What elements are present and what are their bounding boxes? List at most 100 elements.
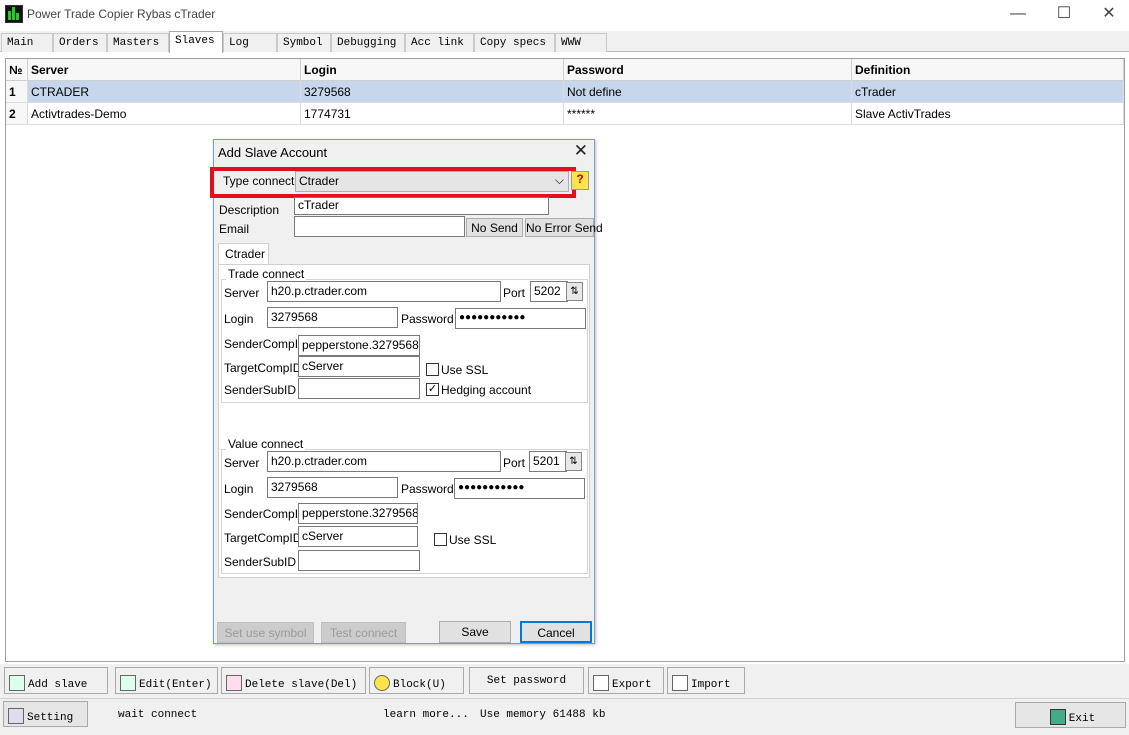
value-sendersubid-label: SenderSubID	[224, 555, 297, 569]
column-header-definition[interactable]: Definition	[852, 59, 1124, 81]
trade-targetcompid-label: TargetCompID	[224, 361, 302, 375]
trade-sendersubid-input[interactable]	[298, 378, 420, 399]
value-server-label: Server	[224, 456, 260, 470]
set-use-symbol-button[interactable]: Set use symbol	[217, 622, 314, 643]
type-connect-value: Ctrader	[299, 174, 340, 188]
add-slave-label: Add slave	[28, 679, 88, 691]
connection-status: wait connect	[118, 709, 198, 721]
cell-definition[interactable]: cTrader	[852, 81, 1124, 103]
trade-use-ssl-checkbox[interactable]	[426, 363, 439, 376]
value-login-input[interactable]: 3279568	[267, 477, 398, 498]
column-header-number[interactable]: №	[6, 59, 28, 81]
tab-www[interactable]: WWW	[555, 33, 607, 52]
tab-orders[interactable]: Orders	[53, 33, 107, 52]
value-use-ssl-checkbox[interactable]	[434, 533, 447, 546]
value-connect-title: Value connect	[226, 437, 306, 451]
value-sendersubid-input[interactable]	[298, 550, 420, 571]
cell-login[interactable]: 1774731	[301, 103, 564, 125]
minimize-button[interactable]: —	[995, 0, 1041, 30]
type-connect-select[interactable]: Ctrader ⌵	[295, 171, 569, 192]
trade-targetcompid-input[interactable]: cServer	[298, 356, 420, 377]
trade-sendercompid-label: SenderCompID	[224, 337, 307, 351]
app-logo-icon	[5, 5, 23, 23]
edit-label: Edit(Enter)	[139, 679, 212, 691]
edit-button[interactable]: Edit(Enter)	[115, 667, 218, 694]
close-window-button[interactable]: ✕	[1086, 0, 1129, 30]
tab-main[interactable]: Main	[1, 33, 53, 52]
value-use-ssl-label: Use SSL	[449, 533, 497, 547]
add-slave-icon	[9, 675, 25, 691]
block-icon	[374, 675, 390, 691]
maximize-button[interactable]: ☐	[1041, 0, 1087, 30]
value-password-input[interactable]: ●●●●●●●●●●●	[454, 478, 585, 499]
tab-debugging[interactable]: Debugging	[331, 33, 405, 52]
dialog-close-icon[interactable]: ✕	[574, 141, 588, 161]
bottom-toolbar: Add slave Edit(Enter) Delete slave(Del) …	[0, 664, 1129, 698]
import-button[interactable]: Import	[667, 667, 745, 694]
value-port-input[interactable]: 5201	[529, 451, 567, 472]
column-header-server[interactable]: Server	[28, 59, 301, 81]
value-port-spinner-icon[interactable]: ⇅	[565, 452, 582, 471]
test-connect-button[interactable]: Test connect	[321, 622, 406, 643]
exit-label: Exit	[1068, 713, 1096, 725]
value-server-input[interactable]: h20.p.ctrader.com	[267, 451, 501, 472]
import-label: Import	[691, 679, 731, 691]
help-icon[interactable]: ?	[571, 171, 589, 190]
export-button[interactable]: Export	[588, 667, 664, 694]
tab-log[interactable]: Log	[223, 33, 277, 52]
tab-symbol[interactable]: Symbol	[277, 33, 331, 52]
trade-password-input[interactable]: ●●●●●●●●●●●	[455, 308, 586, 329]
email-input[interactable]	[294, 216, 465, 237]
description-input[interactable]: cTrader	[294, 197, 549, 215]
status-bar: Setting wait connect learn more... Use m…	[0, 698, 1129, 735]
export-icon	[593, 675, 609, 691]
chevron-down-icon: ⌵	[554, 173, 564, 187]
add-slave-button[interactable]: Add slave	[4, 667, 108, 694]
row-number: 1	[6, 81, 28, 103]
no-send-button[interactable]: No Send	[466, 218, 523, 237]
tab-ctrader[interactable]: Ctrader	[218, 243, 269, 265]
cell-password[interactable]: Not define	[564, 81, 852, 103]
title-bar: Power Trade Copier Rybas cTrader — ☐ ✕	[0, 0, 1129, 30]
column-header-password[interactable]: Password	[564, 59, 852, 81]
cell-definition[interactable]: Slave ActivTrades	[852, 103, 1124, 125]
learn-more-link[interactable]: learn more...	[383, 709, 469, 721]
cell-server[interactable]: CTRADER	[28, 81, 301, 103]
row-number: 2	[6, 103, 28, 125]
hedging-checkbox[interactable]: ✓	[426, 383, 439, 396]
trade-login-label: Login	[224, 312, 254, 326]
no-error-send-button[interactable]: No Error Send	[525, 218, 603, 237]
trade-port-spinner-icon[interactable]: ⇅	[566, 282, 583, 301]
delete-icon	[226, 675, 242, 691]
save-button[interactable]: Save	[439, 621, 511, 643]
tab-masters[interactable]: Masters	[107, 33, 169, 52]
value-sendercompid-input[interactable]: pepperstone.3279568	[298, 503, 418, 524]
setting-button[interactable]: Setting	[3, 701, 88, 727]
cancel-button[interactable]: Cancel	[520, 621, 592, 643]
description-label: Description	[219, 203, 280, 217]
trade-sendersubid-label: SenderSubID	[224, 383, 297, 397]
memory-usage: Use memory 61488 kb	[480, 709, 606, 721]
tab-copy-specs[interactable]: Copy specs	[474, 33, 555, 52]
tab-acc-link[interactable]: Acc link	[405, 33, 474, 52]
trade-port-label: Port	[503, 286, 526, 300]
trade-sendercompid-input[interactable]: pepperstone.3279568	[298, 335, 420, 356]
cell-server[interactable]: Activtrades-Demo	[28, 103, 301, 125]
trade-server-input[interactable]: h20.p.ctrader.com	[267, 281, 501, 302]
block-button[interactable]: Block(U)	[369, 667, 464, 694]
trade-port-input[interactable]: 5202	[530, 281, 568, 302]
exit-button[interactable]: Exit	[1015, 702, 1126, 728]
cell-login[interactable]: 3279568	[301, 81, 564, 103]
value-targetcompid-label: TargetCompID	[224, 531, 302, 545]
delete-slave-button[interactable]: Delete slave(Del)	[221, 667, 366, 694]
tab-slaves[interactable]: Slaves	[169, 31, 223, 53]
value-targetcompid-input[interactable]: cServer	[298, 526, 418, 547]
block-label: Block(U)	[393, 679, 446, 691]
trade-login-input[interactable]: 3279568	[267, 307, 398, 328]
value-sendercompid-label: SenderCompID	[224, 507, 307, 521]
set-password-button[interactable]: Set password	[469, 667, 584, 694]
value-login-label: Login	[224, 482, 254, 496]
cell-password[interactable]: ******	[564, 103, 852, 125]
trade-connect-title: Trade connect	[226, 267, 307, 281]
column-header-login[interactable]: Login	[301, 59, 564, 81]
